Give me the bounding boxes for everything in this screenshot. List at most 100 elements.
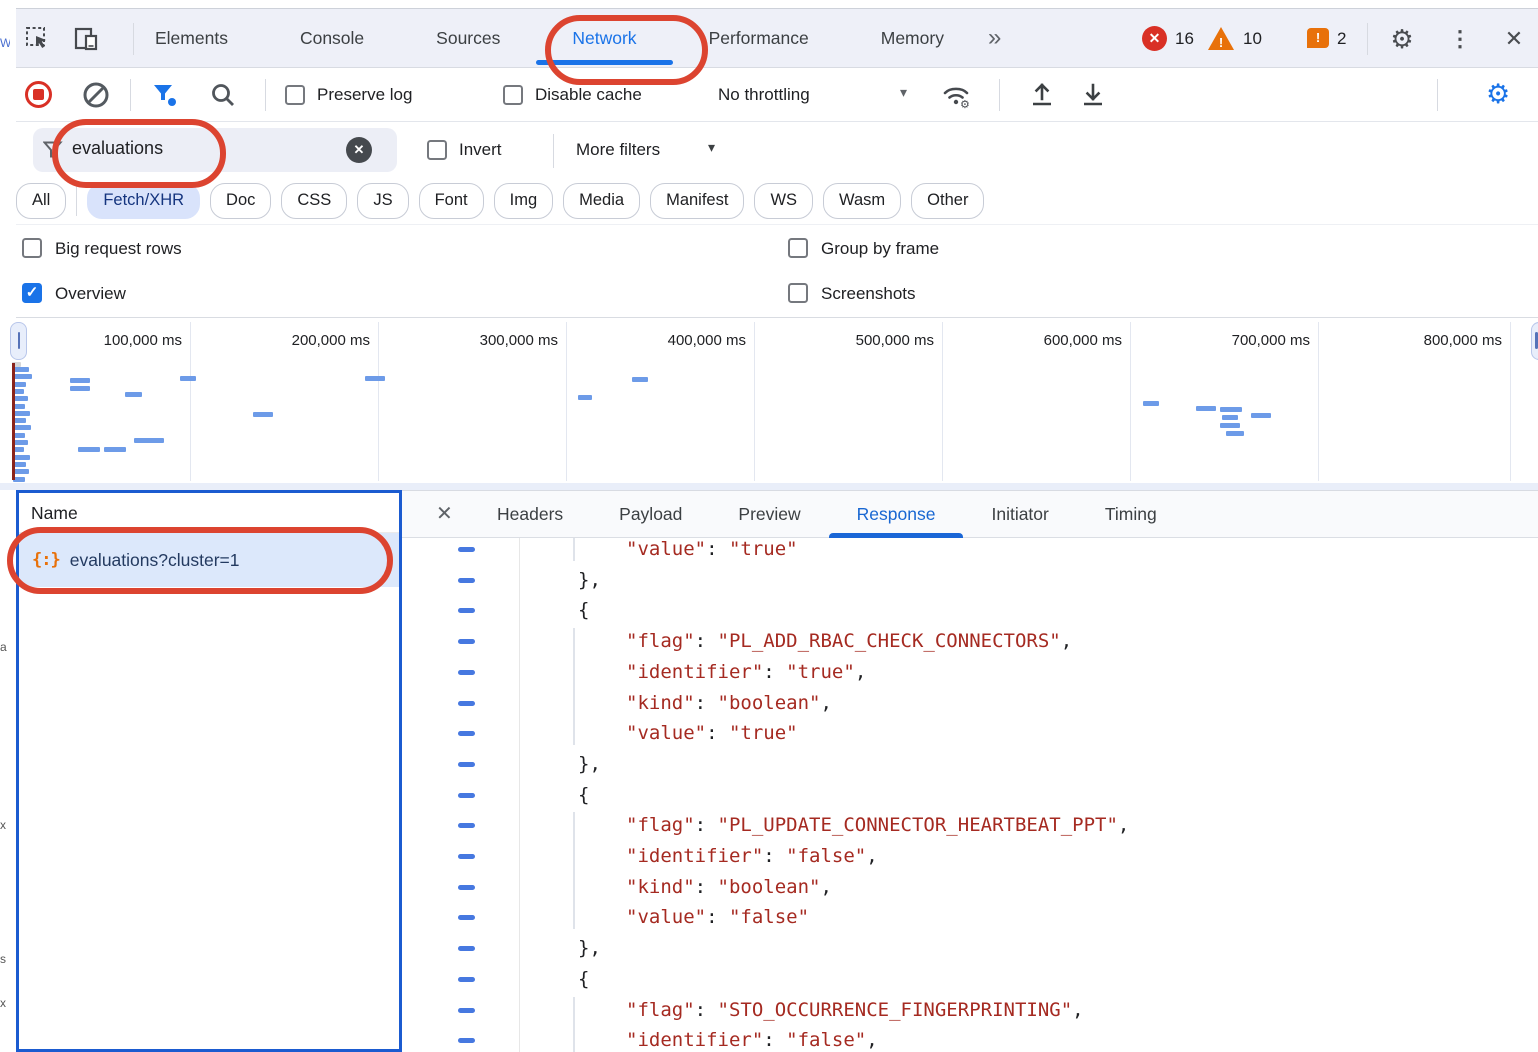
timeline-tick-label: 800,000 ms (1352, 332, 1502, 349)
timeline-right-handle[interactable] (1531, 322, 1538, 360)
close-details-icon[interactable]: ✕ (436, 501, 453, 526)
throttling-select[interactable]: No throttling (718, 85, 810, 105)
network-activity-bar (13, 440, 28, 445)
line-marker-dash (458, 885, 475, 890)
network-conditions-icon[interactable]: ⚙ (941, 81, 973, 111)
network-activity-bar (1143, 401, 1159, 406)
error-count[interactable]: 16 (1175, 29, 1194, 49)
chip-media[interactable]: Media (563, 183, 640, 219)
timeline-gridline (566, 322, 567, 481)
timeline-gridline (1318, 322, 1319, 481)
line-marker-dash (458, 670, 475, 675)
timeline-left-handle[interactable] (10, 322, 27, 360)
chip-ws[interactable]: WS (754, 183, 813, 219)
export-har-icon[interactable] (1080, 81, 1106, 109)
tab-console[interactable]: Console (300, 28, 364, 49)
indent-guide (573, 628, 575, 745)
clear-network-log-icon[interactable] (82, 81, 110, 109)
network-settings-gear-icon[interactable]: ⚙ (1486, 79, 1510, 110)
tab-sources[interactable]: Sources (436, 28, 500, 49)
response-viewer[interactable]: "value": "true"},{"flag": "PL_ADD_RBAC_C… (402, 538, 1538, 1052)
preserve-log-checkbox[interactable] (285, 85, 305, 105)
warnings-icon[interactable]: ! (1208, 27, 1234, 50)
response-line: }, (402, 749, 1538, 780)
indent-guide (573, 812, 575, 929)
big-request-rows-checkbox[interactable] (22, 238, 42, 258)
settings-gear-icon[interactable]: ⚙ (1386, 23, 1418, 55)
chevron-down-icon[interactable]: ▾ (708, 139, 715, 156)
network-activity-bar (365, 376, 385, 381)
line-marker-dash (458, 762, 475, 767)
chip-fetch-xhr[interactable]: Fetch/XHR (87, 183, 200, 219)
details-tab-timing[interactable]: Timing (1105, 491, 1157, 538)
network-activity-bar (13, 425, 31, 430)
details-tab-preview[interactable]: Preview (738, 491, 800, 538)
warning-count[interactable]: 10 (1243, 29, 1262, 49)
disable-cache-checkbox[interactable] (503, 85, 523, 105)
details-tab-payload[interactable]: Payload (619, 491, 682, 538)
page-behind-fragment: x (0, 996, 10, 1010)
invert-checkbox[interactable] (427, 140, 447, 160)
close-devtools-icon[interactable]: ✕ (1498, 23, 1530, 55)
details-tab-headers[interactable]: Headers (497, 491, 563, 538)
more-tabs-icon[interactable]: » (988, 24, 1001, 52)
annotation-circle-network-tab (545, 15, 708, 85)
timeline-tick-label: 300,000 ms (408, 332, 558, 349)
tab-performance[interactable]: Performance (709, 28, 809, 49)
network-activity-bar (104, 447, 126, 452)
devtools-window: W a x s x ElementsConsoleSourcesNetworkP… (0, 0, 1538, 1052)
line-marker-dash (458, 1038, 475, 1043)
big-request-rows-label: Big request rows (55, 239, 182, 259)
network-activity-bar (13, 389, 24, 394)
network-toolbar: Preserve log Disable cache No throttling… (16, 68, 1538, 122)
search-icon[interactable] (210, 82, 237, 109)
details-tab-response[interactable]: Response (857, 491, 936, 538)
chip-manifest[interactable]: Manifest (650, 183, 744, 219)
response-line: { (402, 964, 1538, 995)
page-behind-fragment: x (0, 818, 10, 832)
network-activity-bar (13, 455, 30, 460)
issues-count[interactable]: 2 (1337, 29, 1346, 49)
chip-doc[interactable]: Doc (210, 183, 271, 219)
network-activity-bar (13, 477, 25, 482)
network-activity-bar (78, 447, 100, 452)
clear-filter-icon[interactable]: ✕ (346, 137, 372, 163)
chevron-down-icon[interactable]: ▾ (900, 84, 907, 101)
import-har-icon[interactable] (1029, 81, 1055, 109)
overview-checkbox[interactable]: ✓ (22, 283, 42, 303)
line-marker-dash (458, 946, 475, 951)
issues-icon[interactable]: ! (1307, 28, 1329, 48)
details-tab-initiator[interactable]: Initiator (991, 491, 1048, 538)
filter-toggle-icon[interactable] (152, 83, 178, 109)
timeline-tick-label: 500,000 ms (784, 332, 934, 349)
tab-memory[interactable]: Memory (881, 28, 944, 49)
chip-js[interactable]: JS (357, 183, 408, 219)
errors-icon[interactable]: ✕ (1142, 26, 1167, 51)
chip-all[interactable]: All (16, 183, 66, 219)
line-marker-dash (458, 793, 475, 798)
network-activity-bar (13, 469, 29, 474)
kebab-menu-icon[interactable]: ⋮ (1444, 23, 1476, 55)
preserve-log-label: Preserve log (317, 85, 412, 105)
network-overview-timeline[interactable]: 100,000 ms200,000 ms300,000 ms400,000 ms… (0, 318, 1538, 483)
chip-css[interactable]: CSS (281, 183, 347, 219)
indent-guide (573, 997, 575, 1052)
load-event-line (12, 363, 15, 480)
group-by-frame-checkbox[interactable] (788, 238, 808, 258)
chip-font[interactable]: Font (419, 183, 484, 219)
more-filters-button[interactable]: More filters (576, 140, 660, 160)
timeline-gridline (942, 322, 943, 481)
screenshots-checkbox[interactable] (788, 283, 808, 303)
chip-img[interactable]: Img (494, 183, 554, 219)
network-activity-bar (134, 438, 164, 443)
options-row-1: Big request rows Group by frame (16, 225, 1538, 272)
network-activity-bar (13, 418, 26, 423)
network-activity-bar (253, 412, 273, 417)
chip-wasm[interactable]: Wasm (823, 183, 901, 219)
timeline-gridline (378, 322, 379, 481)
page-behind-fragment: a (0, 640, 10, 654)
chip-other[interactable]: Other (911, 183, 984, 219)
network-activity-bar (13, 447, 24, 452)
tab-elements[interactable]: Elements (155, 28, 228, 49)
record-network-log-icon[interactable] (25, 81, 52, 108)
